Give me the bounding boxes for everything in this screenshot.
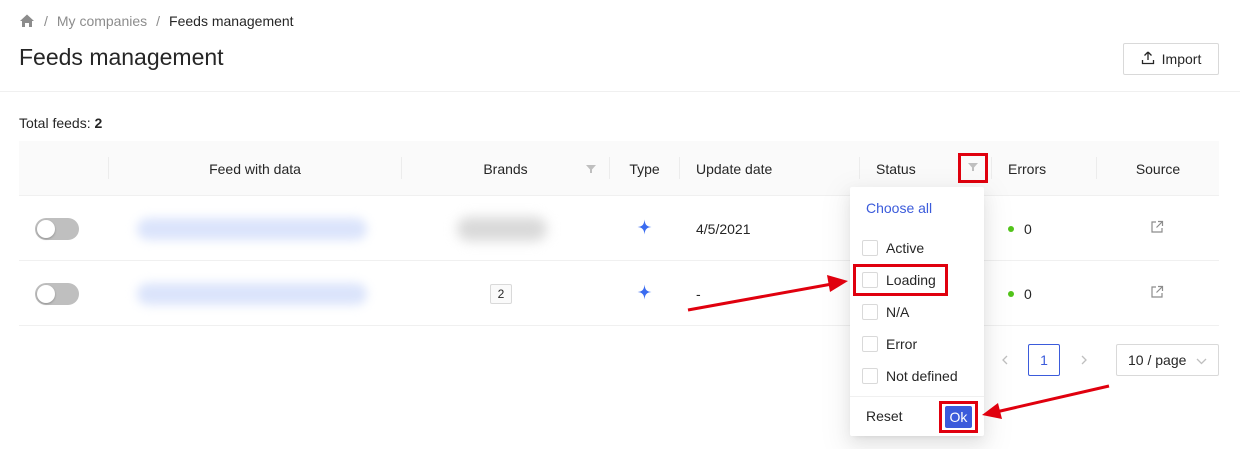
column-separator [679, 157, 680, 179]
status-filter-dropdown: Choose all Active Loading N/A Error Not … [850, 187, 984, 436]
pagination-next-button[interactable] [1074, 350, 1094, 370]
column-update-date: Update date [696, 160, 773, 177]
column-separator [991, 157, 992, 179]
loading-highlight-box [853, 264, 948, 296]
dropdown-divider [850, 396, 984, 397]
column-type: Type [629, 160, 660, 177]
total-feeds-count: 2 [94, 115, 103, 131]
column-errors: Errors [1008, 160, 1047, 177]
external-link-icon[interactable] [1150, 220, 1164, 237]
checkbox[interactable] [862, 336, 878, 352]
status-filter-trigger[interactable] [958, 153, 988, 183]
errors-cell: 0 [1008, 196, 1032, 261]
breadcrumb-my-companies[interactable]: My companies [57, 13, 147, 29]
toggle-switch[interactable] [35, 282, 79, 305]
errors-count: 0 [1024, 285, 1032, 302]
chevron-down-icon [1196, 352, 1207, 368]
feeds-table: Feed with data Brands Type Update date S… [19, 141, 1219, 326]
update-date: 4/5/2021 [696, 220, 751, 237]
brands-header-label: Brands [483, 160, 528, 177]
feed-toggle[interactable] [35, 261, 79, 326]
sparkle-icon [637, 219, 652, 238]
header-divider [0, 91, 1240, 92]
column-feed-with-data: Feed with data [209, 160, 301, 177]
chevron-left-icon [1001, 353, 1009, 368]
column-brands: Brands [402, 141, 609, 196]
filter-option-label: Not defined [886, 368, 958, 384]
home-icon[interactable] [19, 13, 35, 29]
checkbox[interactable] [862, 240, 878, 256]
pagination-page[interactable]: 1 [1028, 344, 1060, 376]
blurred-feed-name [137, 282, 367, 305]
page-title: Feeds management [19, 44, 224, 70]
table-row: 2 - 0 [19, 261, 1219, 326]
status-dot [1008, 225, 1014, 232]
external-link-icon[interactable] [1150, 285, 1164, 302]
import-label: Import [1161, 51, 1202, 67]
source-link[interactable] [1150, 261, 1164, 326]
filter-option-not-defined[interactable]: Not defined [862, 365, 958, 387]
brands-count-tag[interactable]: 2 [490, 283, 512, 304]
feed-toggle[interactable] [35, 196, 79, 261]
blurred-brand [457, 216, 547, 241]
feed-link-blurred[interactable] [137, 196, 367, 261]
update-date: - [696, 285, 701, 302]
type-cell [637, 196, 652, 261]
import-button[interactable]: Import [1123, 43, 1219, 75]
breadcrumb-current: Feeds management [169, 13, 294, 29]
errors-count: 0 [1024, 220, 1032, 237]
sparkle-icon [637, 284, 652, 303]
filter-option-na[interactable]: N/A [862, 301, 909, 323]
errors-cell: 0 [1008, 261, 1032, 326]
filter-option-label: N/A [886, 304, 910, 320]
arrow-to-ok [995, 384, 1110, 414]
arrow-head-ok [982, 403, 1002, 419]
breadcrumb-separator: / [44, 13, 48, 29]
page-size-value: 10 / page [1128, 352, 1187, 368]
source-link[interactable] [1150, 196, 1164, 261]
ok-highlight-box: Ok [939, 401, 978, 433]
filter-option-error[interactable]: Error [862, 333, 917, 355]
reset-button[interactable]: Reset [866, 408, 903, 424]
brands-filter-icon[interactable] [585, 162, 597, 174]
filter-option-label: Error [886, 336, 918, 352]
column-source: Source [1135, 160, 1181, 177]
breadcrumb-separator: / [156, 13, 161, 29]
breadcrumb: / My companies / Feeds management [19, 12, 294, 30]
chevron-right-icon [1080, 353, 1088, 368]
total-feeds: Total feeds: 2 [19, 115, 102, 131]
upload-icon [1141, 51, 1155, 68]
filter-option-active[interactable]: Active [862, 237, 924, 259]
brands-cell [457, 196, 547, 261]
choose-all-link[interactable]: Choose all [866, 200, 932, 216]
checkbox[interactable] [862, 368, 878, 384]
page-size-select[interactable]: 10 / page [1116, 344, 1219, 376]
status-dot [1008, 290, 1014, 297]
table-row: 4/5/2021 0 [19, 196, 1219, 261]
type-cell [637, 261, 652, 326]
status-filter-icon[interactable] [967, 160, 979, 176]
table-header: Feed with data Brands Type Update date S… [19, 141, 1219, 196]
ok-button[interactable]: Ok [945, 406, 972, 428]
checkbox[interactable] [862, 304, 878, 320]
filter-option-label: Active [886, 240, 925, 256]
toggle-switch[interactable] [35, 217, 79, 240]
column-separator [859, 157, 860, 179]
feed-link-blurred[interactable] [137, 261, 367, 326]
pagination-prev-button[interactable] [995, 350, 1015, 370]
blurred-feed-name [137, 217, 367, 240]
brands-cell: 2 [490, 261, 512, 326]
total-feeds-label: Total feeds: [19, 115, 95, 131]
